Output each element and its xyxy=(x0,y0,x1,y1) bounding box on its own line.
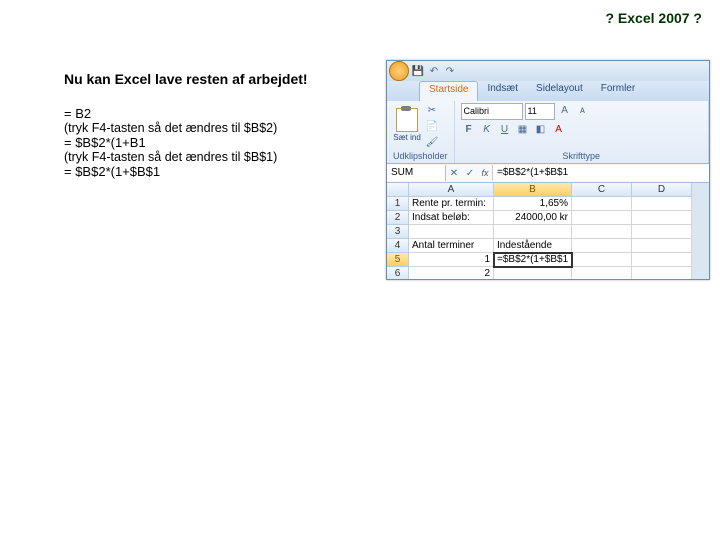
col-header-a[interactable]: A xyxy=(409,183,494,197)
cut-button[interactable]: ✂ xyxy=(424,103,440,117)
cell-b1[interactable]: 1,65% xyxy=(494,197,572,211)
ribbon-tabs: Startside Indsæt Sidelayout Formler xyxy=(387,81,709,101)
cell-a2[interactable]: Indsat beløb: xyxy=(409,211,494,225)
formula-bar: SUM ✕ ✓ fx =$B$2*(1+$B$1 xyxy=(387,164,709,183)
cell-c2[interactable] xyxy=(572,211,632,225)
cell-c4[interactable] xyxy=(572,239,632,253)
tab-sidelayout[interactable]: Sidelayout xyxy=(527,81,592,101)
instruction-line-1: = B2 xyxy=(64,106,374,121)
font-group-label: Skrifttype xyxy=(461,151,702,162)
cell-b3[interactable] xyxy=(494,225,572,239)
cell-d6[interactable] xyxy=(632,267,692,280)
ribbon: Sæt ind ✂ 📄 🖌 Udklipsholder Calibri 11 A… xyxy=(387,101,709,164)
spreadsheet-grid[interactable]: A B C D 1 Rente pr. termin: 1,65% 2 Inds… xyxy=(387,183,709,280)
tab-indsaet[interactable]: Indsæt xyxy=(478,81,527,101)
cell-d4[interactable] xyxy=(632,239,692,253)
cell-c1[interactable] xyxy=(572,197,632,211)
cell-c3[interactable] xyxy=(572,225,632,239)
font-size-combo[interactable]: 11 xyxy=(525,103,555,120)
name-box[interactable]: SUM xyxy=(387,165,446,181)
copy-button[interactable]: 📄 xyxy=(424,119,440,133)
italic-button[interactable]: K xyxy=(479,122,495,136)
fill-color-button[interactable]: ◧ xyxy=(533,122,549,136)
instructions-panel: Nu kan Excel lave resten af arbejdet! = … xyxy=(64,70,374,179)
cell-b6[interactable] xyxy=(494,267,572,280)
cell-d2[interactable] xyxy=(632,211,692,225)
cell-a6[interactable]: 2 xyxy=(409,267,494,280)
cell-d3[interactable] xyxy=(632,225,692,239)
decrease-font-button[interactable]: ᴀ xyxy=(575,103,591,117)
format-painter-button[interactable]: 🖌 xyxy=(424,135,440,149)
row-header-4[interactable]: 4 xyxy=(387,239,409,253)
instruction-line-2: = $B$2*(1+B1 xyxy=(64,135,374,150)
font-color-button[interactable]: A xyxy=(551,122,567,136)
cell-a5[interactable]: 1 xyxy=(409,253,494,267)
window-titlebar: 💾 ↶ ↷ xyxy=(387,61,709,81)
col-header-d[interactable]: D xyxy=(632,183,692,197)
fx-icon[interactable]: fx xyxy=(478,168,492,178)
cell-b5[interactable]: =$B$2*(1+$B$1 xyxy=(494,253,572,267)
instruction-hint-2: (tryk F4-tasten så det ændres til $B$1) xyxy=(64,150,374,164)
paste-icon xyxy=(396,108,418,132)
cell-a3[interactable] xyxy=(409,225,494,239)
qat-undo-button[interactable]: ↶ xyxy=(427,64,441,78)
ribbon-group-font: Calibri 11 A ᴀ F K U ▦ ◧ A Skrifttype xyxy=(455,101,709,163)
cell-c5[interactable] xyxy=(572,253,632,267)
cell-b4[interactable]: Indestående xyxy=(494,239,572,253)
office-button[interactable] xyxy=(389,61,409,81)
instruction-hint-1: (tryk F4-tasten så det ændres til $B$2) xyxy=(64,121,374,135)
row-header-2[interactable]: 2 xyxy=(387,211,409,225)
clipboard-group-label: Udklipsholder xyxy=(393,151,448,162)
font-name-combo[interactable]: Calibri xyxy=(461,103,523,120)
paste-button[interactable]: Sæt ind xyxy=(393,103,421,147)
col-header-c[interactable]: C xyxy=(572,183,632,197)
cell-d1[interactable] xyxy=(632,197,692,211)
increase-font-button[interactable]: A xyxy=(557,103,573,117)
tab-formler[interactable]: Formler xyxy=(592,81,644,101)
select-all-corner[interactable] xyxy=(387,183,409,197)
cell-d5[interactable] xyxy=(632,253,692,267)
bold-button[interactable]: F xyxy=(461,122,477,136)
row-header-1[interactable]: 1 xyxy=(387,197,409,211)
paste-label: Sæt ind xyxy=(393,133,421,142)
col-header-b[interactable]: B xyxy=(494,183,572,197)
underline-button[interactable]: U xyxy=(497,122,513,136)
instructions-title: Nu kan Excel lave resten af arbejdet! xyxy=(64,70,374,88)
tab-startside[interactable]: Startside xyxy=(419,81,478,101)
cancel-edit-button[interactable]: ✕ xyxy=(446,166,462,180)
cell-a1[interactable]: Rente pr. termin: xyxy=(409,197,494,211)
ribbon-group-clipboard: Sæt ind ✂ 📄 🖌 Udklipsholder xyxy=(387,101,455,163)
row-header-6[interactable]: 6 xyxy=(387,267,409,280)
cell-c6[interactable] xyxy=(572,267,632,280)
borders-button[interactable]: ▦ xyxy=(515,122,531,136)
formula-input[interactable]: =$B$2*(1+$B$1 xyxy=(492,165,709,181)
qat-redo-button[interactable]: ↷ xyxy=(443,64,457,78)
cell-b2[interactable]: 24000,00 kr xyxy=(494,211,572,225)
row-header-3[interactable]: 3 xyxy=(387,225,409,239)
row-header-5[interactable]: 5 xyxy=(387,253,409,267)
cell-a4[interactable]: Antal terminer xyxy=(409,239,494,253)
qat-save-button[interactable]: 💾 xyxy=(411,64,425,78)
excel-window: 💾 ↶ ↷ Startside Indsæt Sidelayout Formle… xyxy=(386,60,710,280)
page-header: ? Excel 2007 ? xyxy=(0,0,720,26)
confirm-edit-button[interactable]: ✓ xyxy=(462,166,478,180)
instruction-line-3: = $B$2*(1+$B$1 xyxy=(64,164,374,179)
